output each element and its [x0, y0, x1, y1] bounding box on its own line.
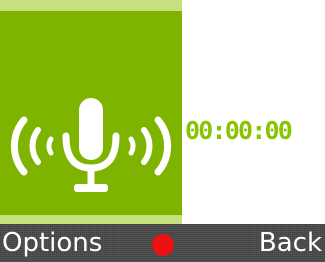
- voice-recorder-screen: 00:00:00 Options Back: [0, 0, 325, 262]
- microphone-icon: [10, 98, 172, 192]
- sound-wave-left-outer: [10, 116, 28, 176]
- options-softkey[interactable]: Options: [2, 224, 102, 262]
- mic-base: [74, 184, 108, 192]
- softkey-bar: Options Back: [0, 224, 325, 262]
- recording-timer: 00:00:00: [185, 116, 293, 145]
- sound-wave-right-outer: [154, 116, 172, 176]
- top-accent-strip: [0, 0, 182, 11]
- sound-wave-left-inner: [46, 136, 54, 156]
- mic-capsule: [79, 98, 103, 160]
- sound-wave-right-middle: [141, 127, 153, 165]
- bottom-accent-strip: [0, 215, 182, 224]
- sound-wave-left-middle: [29, 127, 41, 165]
- back-softkey[interactable]: Back: [259, 224, 322, 262]
- sound-wave-right-inner: [128, 136, 136, 156]
- record-dot-icon[interactable]: [152, 234, 174, 256]
